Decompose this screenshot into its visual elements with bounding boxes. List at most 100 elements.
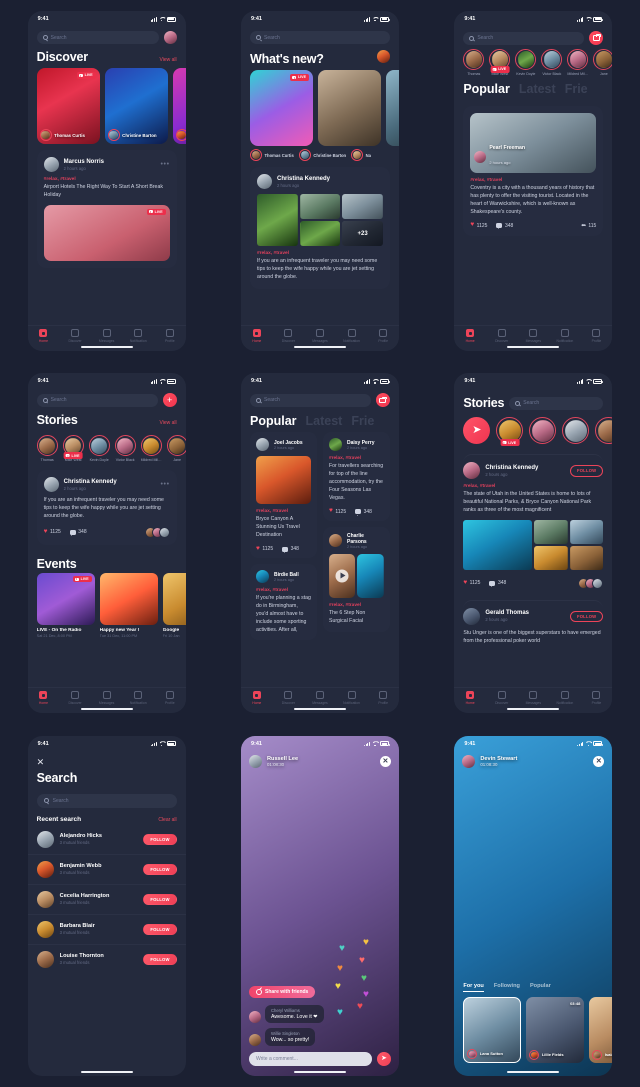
list-item[interactable]: Louise Thornton 3 mutual friends FOLLOW [28, 945, 186, 974]
share-stat[interactable]: ➦ 115 [581, 223, 597, 229]
gallery-image[interactable] [569, 545, 604, 570]
story-item[interactable]: Victor Black [114, 435, 136, 462]
story-carousel[interactable]: Lana Sutton 03:48 Lillie Fields Isaiah L… [454, 996, 613, 1063]
post-gallery[interactable]: +23 [463, 519, 604, 572]
event-card[interactable]: Happy new Year ! Tue 31 Dec, 11:00 PM [99, 572, 158, 638]
clear-all-button[interactable]: Clear all [158, 817, 176, 823]
gallery-image[interactable] [328, 553, 356, 598]
post-card[interactable]: Marcus Norris 2 hours ago ••• #relax, #t… [36, 150, 177, 268]
like-stat[interactable]: ♥ 1125 [470, 222, 487, 229]
follow-button[interactable]: FOLLOW [143, 863, 177, 876]
masonry-feed[interactable]: Joel Jacobs 2 hours ago #relax, #travel B… [241, 432, 399, 641]
nav-item-messages[interactable]: Messages [306, 329, 334, 343]
story-card[interactable]: Isaiah Lamb [589, 996, 613, 1063]
feed-tabs[interactable]: Popular Latest Frie [454, 78, 612, 100]
avatar[interactable] [462, 754, 476, 768]
post-card[interactable]: Daisy Perry 2 hours ago #relax, #travel F… [322, 432, 390, 521]
story-item[interactable]: Kevin Doyle [88, 435, 110, 462]
avatar[interactable] [256, 174, 272, 190]
nav-item-notification[interactable]: Notification [551, 329, 579, 343]
avatar[interactable] [248, 754, 262, 768]
discover-card[interactable]: Christine Barton [104, 68, 168, 145]
tab-latest[interactable]: Latest [306, 414, 343, 428]
close-icon[interactable]: ✕ [28, 752, 186, 767]
like-stat[interactable]: ♥ 1125 [329, 508, 346, 515]
avatar[interactable] [36, 830, 54, 848]
stories-strip[interactable]: ➤ LIVE [454, 410, 613, 446]
search-input[interactable]: Search [36, 793, 177, 808]
comment-stat[interactable]: 348 [489, 580, 506, 588]
share-with-friends-button[interactable]: Share with friends [248, 985, 316, 998]
avatar[interactable] [255, 438, 269, 452]
gallery-image-more[interactable]: +23 [342, 221, 383, 247]
close-icon[interactable]: ✕ [379, 755, 391, 767]
post-hashtags[interactable]: #relax, #travel [470, 178, 596, 183]
story-item[interactable]: LIVE Mike West [62, 435, 84, 462]
tab-popular[interactable]: Popular [250, 414, 297, 428]
close-icon[interactable]: ✕ [593, 755, 605, 767]
comment-stat[interactable]: 348 [496, 223, 513, 230]
like-stat[interactable]: ♥ 1125 [44, 529, 61, 536]
add-button[interactable]: + [162, 393, 177, 408]
story-item[interactable]: Thomas [463, 49, 485, 76]
avatar[interactable] [248, 1033, 261, 1046]
event-card[interactable]: Google Fri 10 Jan [162, 572, 186, 638]
discover-carousel[interactable]: LIVE Thomas Curtis Christine Barton [28, 68, 186, 145]
nav-item-discover[interactable]: Discover [61, 329, 89, 343]
avatar[interactable] [36, 890, 54, 908]
follow-button[interactable]: FOLLOW [143, 953, 177, 966]
post-image[interactable]: LIVE [43, 204, 170, 261]
follow-button[interactable]: FOLLOW [569, 465, 604, 477]
nav-item-home[interactable]: Home [29, 691, 57, 705]
post-card[interactable]: Pearl Freeman 2 hours ago #relax, #trave… [463, 106, 604, 236]
nav-item-messages[interactable]: Messages [92, 329, 120, 343]
post-gallery[interactable]: +23 [256, 194, 383, 247]
gallery-image[interactable] [357, 553, 384, 598]
search-input[interactable]: Search [249, 31, 390, 45]
nav-item-home[interactable]: Home [456, 691, 484, 705]
post-hashtags[interactable]: #relax, #travel [463, 484, 603, 489]
story-tabs[interactable]: For you Following Popular [454, 983, 612, 992]
stories-strip[interactable]: Thomas LIVE Mike West Kevin Doyle Victor … [28, 431, 186, 464]
nav-item-discover[interactable]: Discover [487, 691, 515, 705]
discover-card[interactable]: LIVE Thomas Curtis [36, 68, 100, 145]
search-input[interactable]: Search [249, 393, 371, 407]
nav-item-profile[interactable]: Profile [582, 329, 610, 343]
story-item[interactable] [562, 417, 590, 445]
avatar[interactable] [36, 920, 54, 938]
avatar[interactable] [163, 31, 177, 45]
nav-item-profile[interactable]: Profile [156, 329, 184, 343]
post-card[interactable]: Gerald Thomas 2 hours ago FOLLOW Stu Ung… [463, 599, 604, 653]
camera-button[interactable] [589, 31, 604, 46]
like-stat[interactable]: ♥ 1125 [256, 545, 273, 553]
avatar[interactable] [43, 477, 59, 493]
nav-item-notification[interactable]: Notification [124, 691, 152, 705]
story-item[interactable] [595, 417, 613, 445]
nav-item-home[interactable]: Home [243, 691, 271, 705]
post-hashtags[interactable]: #relax, #travel [44, 177, 170, 182]
post-card[interactable]: Christina Kennedy 2 hours ago +23 #relax… [249, 167, 390, 289]
story-item[interactable]: Kevin Doyle [515, 49, 537, 76]
event-card[interactable]: LIVE LIVE - On the Radio Sat 21 Dec, 8:0… [36, 572, 95, 638]
follow-button[interactable]: FOLLOW [143, 893, 177, 906]
search-input[interactable]: Search [36, 31, 159, 45]
story-item[interactable]: LIVE [496, 417, 524, 446]
more-options-icon[interactable]: ••• [161, 481, 170, 488]
story-item[interactable]: Jane [593, 49, 613, 76]
discover-card[interactable]: No [172, 68, 186, 145]
view-all-link[interactable]: View all [160, 57, 177, 63]
gallery-image[interactable] [534, 545, 568, 570]
nav-item-home[interactable]: Home [456, 329, 484, 343]
post-hashtags[interactable]: #relax, #travel [329, 456, 384, 461]
nav-item-notification[interactable]: Notification [337, 329, 365, 343]
avatar[interactable] [255, 570, 269, 584]
list-item[interactable]: Barbara Blair 3 mutual friends FOLLOW [27, 915, 186, 945]
nav-item-discover[interactable]: Discover [487, 329, 515, 343]
discover-carousel[interactable]: LIVE [241, 70, 399, 147]
post-hashtags[interactable]: #relax, #travel [257, 251, 383, 256]
avatar[interactable] [463, 607, 481, 625]
avatar[interactable] [43, 157, 59, 173]
post-card[interactable]: Birdie Ball 2 hours ago #relax, #travel I… [249, 564, 317, 641]
feed-tabs[interactable]: Popular Latest Frie [241, 407, 399, 432]
gallery-image[interactable] [463, 519, 533, 570]
